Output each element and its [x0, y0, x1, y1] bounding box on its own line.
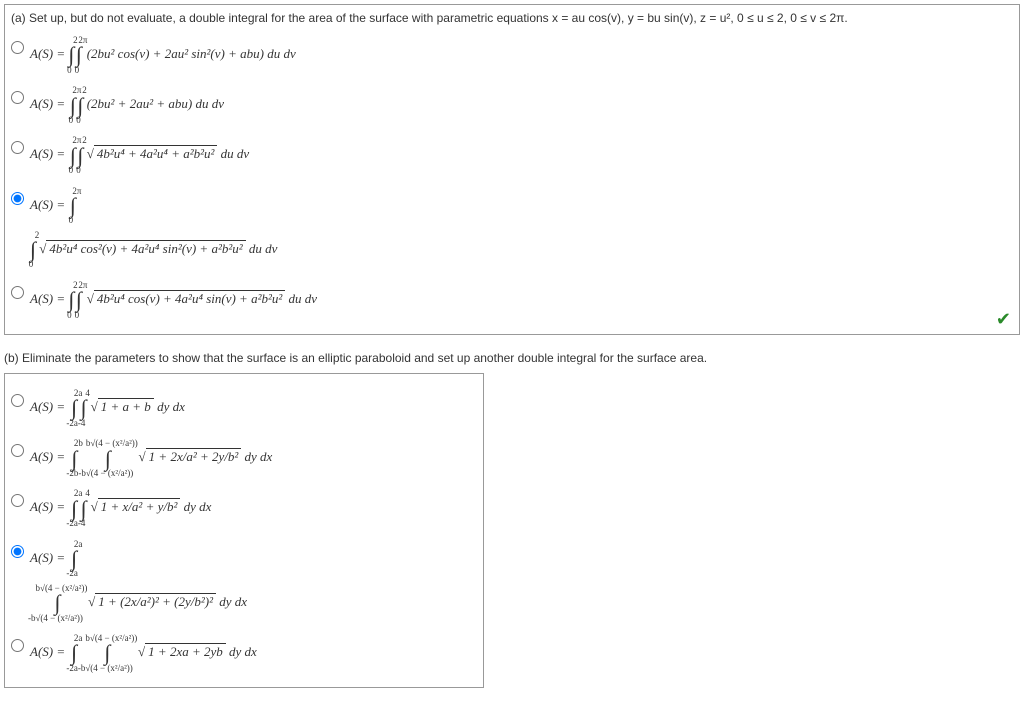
option-b2: A(S) = 2b∫-2b b√(4 − (x²/a²))∫-b√(4 − (x…: [11, 436, 477, 480]
radio-b3[interactable]: [11, 494, 24, 507]
part-a-box: (a) Set up, but do not evaluate, a doubl…: [4, 4, 1020, 335]
part-b-block: (b) Eliminate the parameters to show tha…: [4, 351, 1020, 704]
part-a-question: (a) Set up, but do not evaluate, a doubl…: [11, 11, 1013, 25]
option-b1: A(S) = 2a∫-2a 4∫-4 1 + a + b dy dx: [11, 386, 477, 430]
radio-a2[interactable]: [11, 91, 24, 104]
part-b-question: (b) Eliminate the parameters to show tha…: [4, 351, 1020, 365]
radio-b2[interactable]: [11, 444, 24, 457]
checkmark-icon: ✔: [996, 309, 1011, 330]
radio-a4[interactable]: [11, 192, 24, 205]
option-b4: A(S) = 2a∫-2a b√(4 − (x²/a²))∫-b√(4 − (x…: [11, 537, 477, 625]
label-a5: A(S) =: [30, 291, 68, 306]
label-a1: A(S) =: [30, 46, 68, 61]
radio-b1[interactable]: [11, 394, 24, 407]
label-a2: A(S) =: [30, 96, 68, 111]
radio-a1[interactable]: [11, 41, 24, 54]
option-a4: A(S) = 2π∫0 2∫0 4b²u⁴ cos²(v) + 4a²u⁴ si…: [11, 184, 1013, 272]
option-a5: A(S) = 2∫0 2π∫0 4b²u⁴ cos(v) + 4a²u⁴ sin…: [11, 278, 1013, 322]
option-a3: A(S) = 2π∫0 2∫0 4b²u⁴ + 4a²u⁴ + a²b²u² d…: [11, 133, 1013, 177]
label-a4: A(S) =: [30, 197, 68, 212]
radio-a3[interactable]: [11, 141, 24, 154]
radio-b5[interactable]: [11, 639, 24, 652]
option-a2: A(S) = 2π∫0 2∫0 (2bu² + 2au² + abu) du d…: [11, 83, 1013, 127]
option-b3: A(S) = 2a∫-2a 4∫-4 1 + x/a² + y/b² dy dx: [11, 486, 477, 530]
radio-a5[interactable]: [11, 286, 24, 299]
label-a3: A(S) =: [30, 146, 68, 161]
option-b5: A(S) = 2a∫-2a b√(4 − (x²/a²))∫-b√(4 − (x…: [11, 631, 477, 675]
radio-b4[interactable]: [11, 545, 24, 558]
part-b-box: A(S) = 2a∫-2a 4∫-4 1 + a + b dy dx A(S) …: [4, 373, 484, 688]
option-a1: A(S) = 2∫0 2π∫0 (2bu² cos(v) + 2au² sin²…: [11, 33, 1013, 77]
